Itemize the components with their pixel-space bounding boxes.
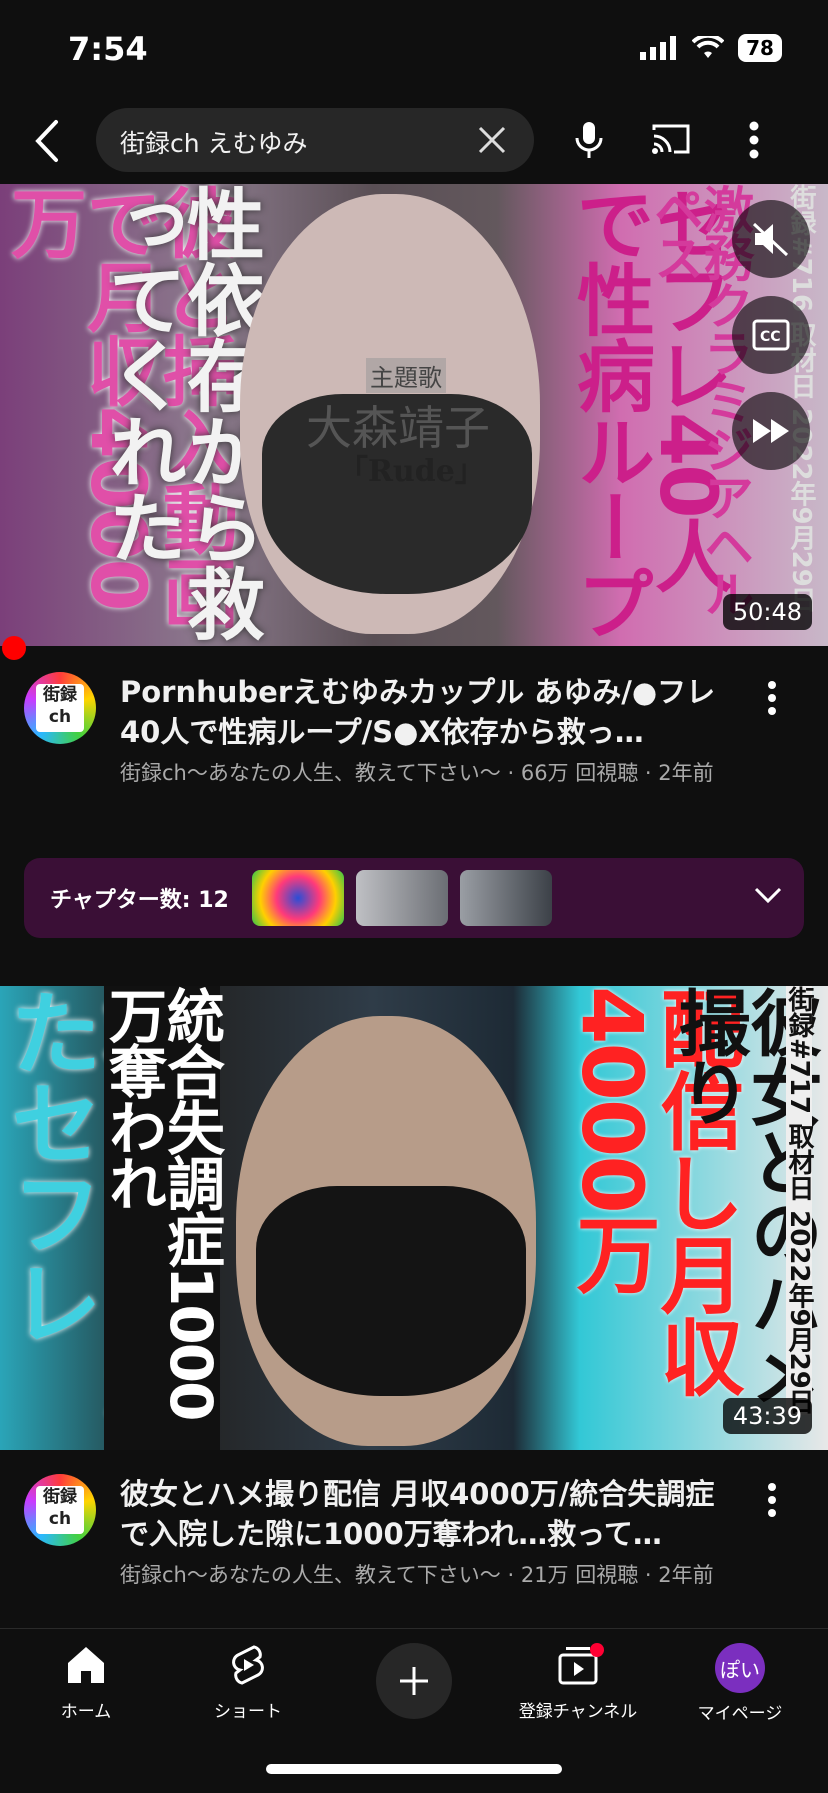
status-icons: 78 [640, 34, 782, 62]
clear-search-button[interactable] [474, 122, 510, 158]
chapter-thumbnail[interactable] [356, 870, 448, 926]
chapters-count: チャプター数: 12 [50, 888, 229, 913]
nav-home[interactable]: ホーム [16, 1643, 156, 1722]
fast-forward-button[interactable] [732, 392, 810, 470]
closed-captions-icon: CC [752, 319, 790, 351]
wifi-icon [692, 36, 724, 58]
theme-song-title: 「Rude」 [338, 454, 485, 489]
thumbnail-caption: 統合失調症1000万奪われ [99, 986, 225, 1450]
shorts-icon [232, 1645, 264, 1685]
search-query-text: 街録ch えむゆみ [120, 129, 308, 158]
nav-subscriptions-label: 登録チャンネル [518, 1702, 638, 1722]
video-options-button[interactable] [766, 680, 778, 720]
video-duration: 43:39 [722, 1398, 812, 1434]
microphone-icon [575, 122, 603, 158]
more-vertical-icon [768, 1483, 776, 1517]
captions-button[interactable]: CC [732, 296, 810, 374]
mute-button[interactable] [732, 200, 810, 278]
video-title[interactable]: Pornhuberえむゆみカップル あゆみ/●フレ40人で性病ループ/S●X依存… [120, 672, 740, 752]
video-title[interactable]: 彼女とハメ撮り配信 月収4000万/統合失調症で入院した隙に1000万奪われ…救… [120, 1474, 740, 1554]
nav-mypage-label: マイページ [697, 1704, 783, 1724]
video-thumbnail[interactable]: 彼と挿入動画で月収4000万 性依存から救ってくれた 主題歌 大森靖子 「Rud… [0, 184, 828, 646]
cellular-signal-icon [640, 36, 676, 60]
video-meta: 街録ch〜あなたの人生、教えて下さい〜 · 66万 回視聴 · 2年前 [120, 761, 714, 785]
video-thumbnail[interactable]: 救ってくれたセフレ 統合失調症1000万奪われ 配信し月収4000万 彼女とのハ… [0, 986, 828, 1450]
back-button[interactable] [30, 118, 66, 164]
svg-text:CC: CC [760, 329, 781, 345]
thumbnail-caption: 性依存から救ってくれた [96, 184, 264, 640]
more-vertical-icon [768, 681, 776, 715]
voice-search-button[interactable] [572, 120, 606, 164]
battery-indicator: 78 [738, 34, 782, 62]
channel-avatar[interactable]: 街録ch [24, 672, 96, 744]
chevron-left-icon [35, 120, 58, 162]
nav-shorts[interactable]: ショート [178, 1643, 318, 1722]
channel-avatar[interactable]: 街録ch [24, 1474, 96, 1546]
status-time: 7:54 [68, 30, 148, 68]
chapters-panel[interactable]: チャプター数: 12 [24, 858, 804, 938]
channel-avatar-text: 街録ch [36, 684, 84, 732]
video-meta: 街録ch〜あなたの人生、教えて下さい〜 · 21万 回視聴 · 2年前 [120, 1563, 714, 1587]
video-duration: 50:48 [722, 594, 812, 630]
more-options-button[interactable] [748, 120, 760, 164]
chapter-thumbnail[interactable] [252, 870, 344, 926]
thumbnail-side-text: 街録#717 取材日 2022年9月29日 [784, 986, 814, 1415]
notification-badge [590, 1643, 604, 1657]
search-input[interactable]: 街録ch えむゆみ [96, 108, 534, 172]
chevron-down-icon [754, 887, 782, 904]
video-options-button[interactable] [766, 1482, 778, 1522]
close-icon [478, 126, 506, 154]
fast-forward-icon [753, 419, 789, 443]
cast-button[interactable] [650, 122, 692, 160]
nav-home-label: ホーム [60, 1702, 112, 1722]
cast-icon [652, 124, 690, 154]
expand-chapters-button[interactable] [754, 886, 782, 908]
home-icon [68, 1647, 104, 1683]
create-button[interactable] [376, 1643, 452, 1719]
nav-mypage[interactable]: ぽい マイページ [670, 1643, 810, 1724]
thumbnail-mask [256, 1186, 526, 1396]
nav-subscriptions[interactable]: 登録チャンネル [508, 1643, 648, 1722]
playback-progress-dot[interactable] [2, 636, 26, 660]
home-indicator [266, 1764, 562, 1774]
user-avatar: ぽい [715, 1643, 765, 1693]
channel-avatar-text: 街録ch [36, 1486, 84, 1534]
plus-icon [400, 1667, 428, 1695]
more-vertical-icon [749, 121, 759, 159]
nav-shorts-label: ショート [214, 1702, 282, 1722]
theme-song-label: 主題歌 [366, 358, 446, 393]
chapter-thumbnail[interactable] [460, 870, 552, 926]
volume-muted-icon [752, 222, 789, 257]
